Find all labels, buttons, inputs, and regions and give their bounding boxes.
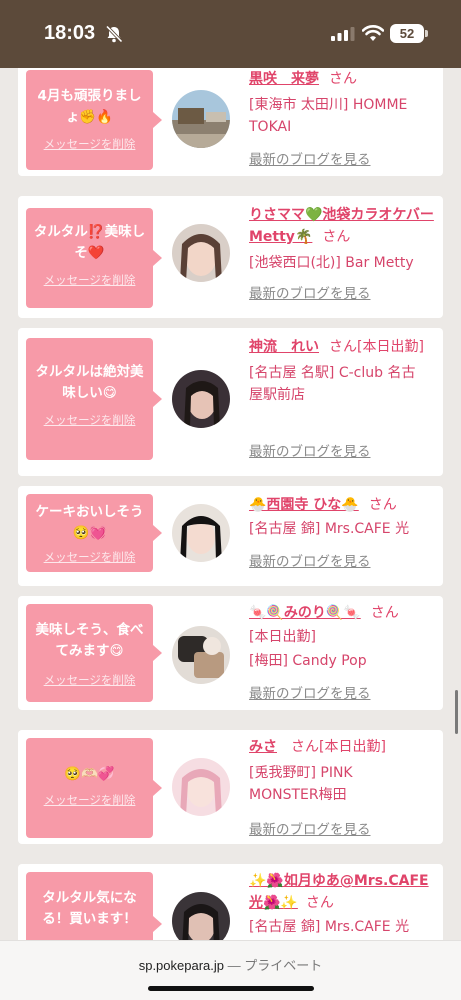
- message-card: ケーキおいしそう🥺💓 メッセージを削除 🐣西園寺 ひな🐣 さん [名古屋 錦] M…: [18, 486, 443, 586]
- delete-message-link[interactable]: メッセージを削除: [26, 136, 153, 152]
- message-bubble: ケーキおいしそう🥺💓 メッセージを削除: [26, 494, 162, 572]
- message-text: タルタルは絶対美味しい😋: [35, 364, 144, 401]
- cast-info: りさママ💚池袋カラオケバーMetty🌴 さん [池袋西口(北)] Bar Mett…: [249, 204, 435, 274]
- browser-url-bar[interactable]: sp.pokepara.jp — プライベート: [0, 940, 461, 1000]
- message-text: 🥺🫶🏻💞: [64, 766, 115, 782]
- shop-line: [梅田] Candy Pop: [249, 653, 367, 669]
- honorific: さん: [368, 497, 397, 513]
- cast-name-link[interactable]: ✨🌺如月ゆあ@Mrs.CAFE光🌺✨: [249, 873, 429, 911]
- delete-message-link[interactable]: メッセージを削除: [26, 549, 153, 565]
- message-text: 4月も頑張りましょ✊🔥: [37, 88, 142, 125]
- attendance-tag: [本日出勤]: [357, 339, 424, 355]
- url-display[interactable]: sp.pokepara.jp — プライベート: [0, 955, 461, 974]
- message-card: 🥺🫶🏻💞 メッセージを削除 みさ さん[本日出勤] [兎我野町] PINK MON…: [18, 730, 443, 844]
- shop-line: 屋駅前店: [249, 387, 305, 403]
- honorific: さん: [370, 605, 399, 621]
- avatar[interactable]: [172, 224, 230, 282]
- cast-info: 🍬🍭みのり🍭🍬 さん [本日出勤] [梅田] Candy Pop: [249, 602, 435, 672]
- delete-message-link[interactable]: メッセージを削除: [26, 792, 153, 808]
- cast-info: 神流 れい さん[本日出勤] [名古屋 名駅] C-club 名古 屋駅前店: [249, 336, 435, 406]
- shop-line: [名古屋 錦] Mrs.CAFE 光: [249, 521, 410, 537]
- message-card: タルタル気になる！買います！ メッセージを削除 ✨🌺如月ゆあ@Mrs.CAFE光…: [18, 864, 443, 940]
- shop-line: [兎我野町] PINK: [249, 765, 353, 781]
- message-bubble: タルタルは絶対美味しい😋 メッセージを削除: [26, 338, 162, 460]
- message-bubble: 4月も頑張りましょ✊🔥 メッセージを削除: [26, 70, 162, 170]
- battery-tip: [425, 30, 428, 37]
- latest-blog-link[interactable]: 最新のブログを見る: [249, 682, 371, 702]
- message-bubble: 美味しそう、食べてみます😋 メッセージを削除: [26, 604, 162, 702]
- latest-blog-link[interactable]: 最新のブログを見る: [249, 148, 371, 168]
- cast-name-link[interactable]: 🐣西園寺 ひな🐣: [249, 497, 359, 513]
- avatar[interactable]: [172, 758, 230, 816]
- latest-blog-link[interactable]: 最新のブログを見る: [249, 818, 371, 838]
- honorific: さん: [291, 739, 319, 755]
- wifi-icon: [362, 25, 384, 41]
- home-indicator[interactable]: [148, 986, 314, 991]
- status-bar: 18:03 52: [0, 0, 461, 68]
- avatar[interactable]: [172, 626, 230, 684]
- message-card: タルタル⁉️美味しそ❤️ メッセージを削除 りさママ💚池袋カラオケバーMetty…: [18, 196, 443, 318]
- delete-message-link[interactable]: メッセージを削除: [26, 272, 153, 288]
- honorific: さん: [329, 71, 357, 87]
- url-domain: sp.pokepara.jp: [138, 958, 224, 973]
- shop-line: [池袋西口(北)] Bar Metty: [249, 255, 414, 271]
- private-mode-label: プライベート: [244, 958, 323, 973]
- message-text: タルタル気になる！買います！: [42, 890, 137, 927]
- message-bubble: タルタル⁉️美味しそ❤️ メッセージを削除: [26, 208, 162, 308]
- attendance-tag: [本日出勤]: [319, 739, 386, 755]
- shop-line: [名古屋 錦] Mrs.CAFE 光: [249, 919, 410, 935]
- url-separator: —: [227, 958, 241, 973]
- honorific: さん: [322, 229, 351, 245]
- shop-line: [本日出勤]: [249, 629, 316, 645]
- message-bubble: 🥺🫶🏻💞 メッセージを削除: [26, 738, 162, 838]
- cast-name-link[interactable]: 神流 れい: [249, 339, 319, 355]
- message-card: 4月も頑張りましょ✊🔥 メッセージを削除 黒咲 来夢 さん [東海市 太田川] H…: [18, 68, 443, 176]
- message-card: タルタルは絶対美味しい😋 メッセージを削除 神流 れい さん[本日出勤] [名古屋…: [18, 328, 443, 476]
- message-text: タルタル⁉️美味しそ❤️: [33, 224, 146, 261]
- cast-name-link[interactable]: みさ: [249, 739, 277, 755]
- latest-blog-link[interactable]: 最新のブログを見る: [249, 440, 371, 460]
- cast-info: ✨🌺如月ゆあ@Mrs.CAFE光🌺✨ さん [名古屋 錦] Mrs.CAFE 光: [249, 870, 435, 938]
- avatar[interactable]: [172, 90, 230, 148]
- message-feed[interactable]: 4月も頑張りましょ✊🔥 メッセージを削除 黒咲 来夢 さん [東海市 太田川] H…: [0, 68, 461, 940]
- battery-indicator: 52: [390, 24, 424, 43]
- avatar[interactable]: [172, 370, 230, 428]
- cast-name-link[interactable]: 黒咲 来夢: [249, 71, 319, 87]
- honorific: さん: [305, 895, 334, 911]
- latest-blog-link[interactable]: 最新のブログを見る: [249, 282, 371, 302]
- message-text: 美味しそう、食べてみます😋: [35, 622, 144, 659]
- shop-line: MONSTER梅田: [249, 787, 347, 803]
- scrollbar-thumb[interactable]: [455, 690, 458, 734]
- message-text: ケーキおいしそう🥺💓: [35, 504, 144, 541]
- cast-info: 黒咲 来夢 さん [東海市 太田川] HOMME TOKAI: [249, 68, 435, 138]
- shop-line: TOKAI: [249, 119, 292, 135]
- cast-info: みさ さん[本日出勤] [兎我野町] PINK MONSTER梅田: [249, 736, 435, 806]
- status-time: 18:03: [44, 22, 96, 44]
- delete-message-link[interactable]: メッセージを削除: [26, 672, 153, 688]
- shop-line: [名古屋 名駅] C-club 名古: [249, 365, 416, 381]
- honorific: さん: [329, 339, 357, 355]
- cast-info: 🐣西園寺 ひな🐣 さん [名古屋 錦] Mrs.CAFE 光: [249, 494, 435, 540]
- cellular-signal-icon: [331, 27, 355, 41]
- avatar[interactable]: [172, 504, 230, 562]
- latest-blog-link[interactable]: 最新のブログを見る: [249, 550, 371, 570]
- bell-slash-icon: [105, 25, 123, 43]
- shop-line: [東海市 太田川] HOMME: [249, 97, 408, 113]
- cast-name-link[interactable]: 🍬🍭みのり🍭🍬: [249, 605, 361, 621]
- avatar[interactable]: [172, 892, 230, 940]
- message-card: 美味しそう、食べてみます😋 メッセージを削除 🍬🍭みのり🍭🍬 さん [本日出勤] …: [18, 596, 443, 710]
- delete-message-link[interactable]: メッセージを削除: [26, 412, 153, 428]
- message-bubble: タルタル気になる！買います！ メッセージを削除: [26, 872, 162, 940]
